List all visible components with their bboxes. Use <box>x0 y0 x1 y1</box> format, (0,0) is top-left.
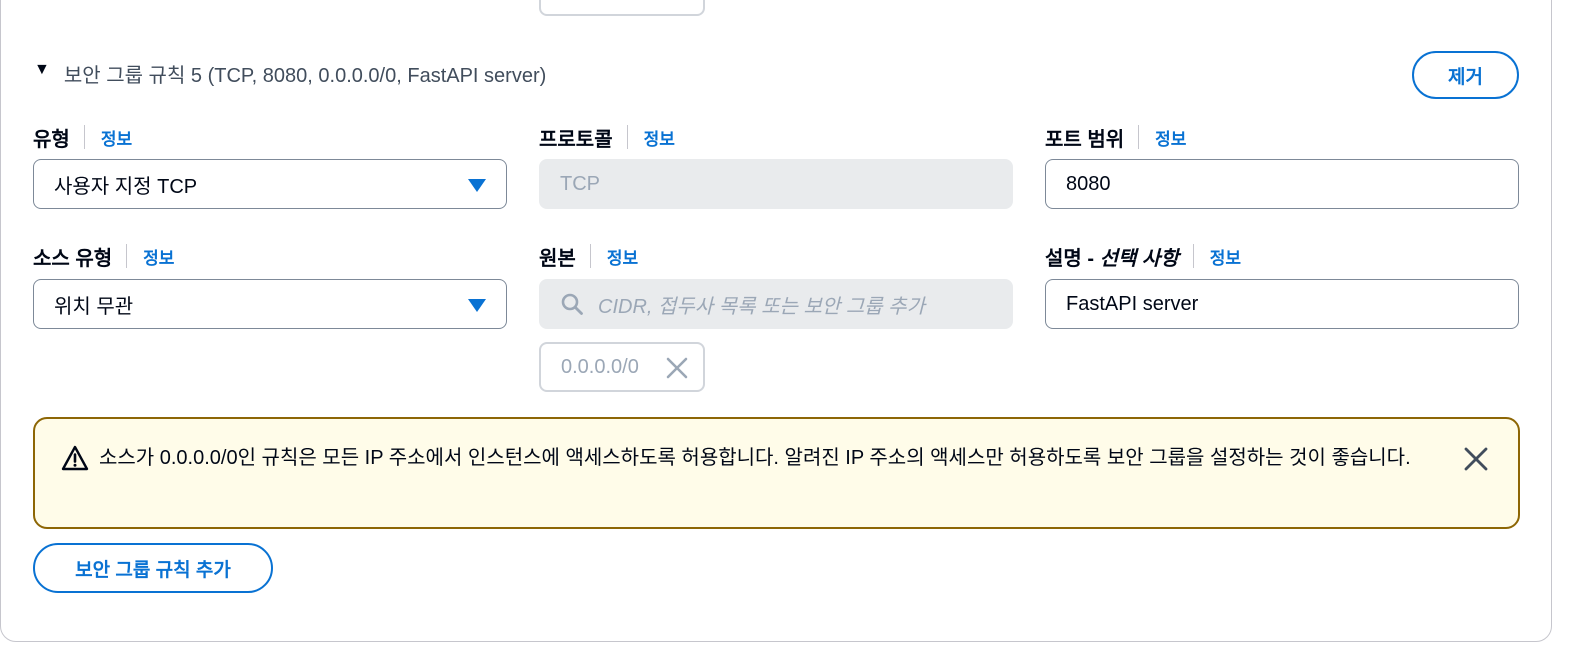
port-range-label: 포트 범위 정보 <box>1045 124 1186 151</box>
warning-alert: 소스가 0.0.0.0/0인 규칙은 모든 IP 주소에서 인스턴스에 액세스하… <box>33 417 1520 529</box>
source-info-link[interactable]: 정보 <box>607 244 638 269</box>
source-search-input[interactable]: CIDR, 접두사 목록 또는 보안 그룹 추가 <box>539 279 1013 329</box>
label-divider <box>83 125 85 149</box>
source-type-label: 소스 유형 정보 <box>33 243 174 270</box>
type-select-value: 사용자 지정 TCP <box>54 175 198 198</box>
source-search-placeholder: CIDR, 접두사 목록 또는 보안 그룹 추가 <box>598 295 925 318</box>
port-range-label-text: 포트 범위 <box>1045 128 1125 151</box>
description-label: 설명 - 선택 사항 정보 <box>1045 243 1241 270</box>
port-range-info-link[interactable]: 정보 <box>1155 125 1186 150</box>
protocol-label-text: 프로토콜 <box>539 128 613 151</box>
type-label-text: 유형 <box>33 128 70 151</box>
previous-rule-source-token <box>539 0 705 16</box>
type-select[interactable]: 사용자 지정 TCP <box>33 159 507 209</box>
source-type-select[interactable]: 위치 무관 <box>33 279 507 329</box>
remove-token-icon[interactable] <box>665 356 689 380</box>
description-label-text: 설명 - <box>1045 247 1100 270</box>
port-range-input[interactable]: 8080 <box>1045 159 1519 209</box>
description-value: FastAPI server <box>1066 292 1199 315</box>
caret-down-icon[interactable]: ▼ <box>34 61 50 79</box>
dropdown-arrow-icon <box>468 179 486 192</box>
source-type-select-value: 위치 무관 <box>54 295 134 318</box>
source-cidr-token: 0.0.0.0/0 <box>539 342 705 392</box>
label-divider <box>626 125 628 149</box>
description-info-link[interactable]: 정보 <box>1210 244 1241 269</box>
source-label: 원본 정보 <box>539 243 638 270</box>
source-type-label-text: 소스 유형 <box>33 247 113 270</box>
source-cidr-token-label: 0.0.0.0/0 <box>561 355 639 378</box>
remove-rule-button[interactable]: 제거 <box>1412 51 1519 99</box>
label-divider <box>1138 125 1140 149</box>
type-info-link[interactable]: 정보 <box>101 125 132 150</box>
description-input[interactable]: FastAPI server <box>1045 279 1519 329</box>
label-divider <box>1192 244 1194 268</box>
source-type-info-link[interactable]: 정보 <box>143 244 174 269</box>
warning-message: 소스가 0.0.0.0/0인 규칙은 모든 IP 주소에서 인스턴스에 액세스하… <box>99 447 1411 469</box>
rule-header-title: 보안 그룹 규칙 5 (TCP, 8080, 0.0.0.0/0, FastAP… <box>63 64 547 87</box>
description-optional-text: 선택 사항 <box>1099 247 1179 270</box>
port-range-value: 8080 <box>1066 172 1111 195</box>
warning-icon <box>61 445 89 471</box>
protocol-field: TCP <box>539 159 1013 209</box>
type-label: 유형 정보 <box>33 124 132 151</box>
dismiss-alert-icon[interactable] <box>1463 446 1489 472</box>
source-label-text: 원본 <box>539 247 576 270</box>
rule-header[interactable]: ▼ 보안 그룹 규칙 5 (TCP, 8080, 0.0.0.0/0, Fast… <box>34 58 546 88</box>
protocol-info-link[interactable]: 정보 <box>644 125 675 150</box>
label-divider <box>589 244 591 268</box>
protocol-value: TCP <box>560 172 600 195</box>
protocol-label: 프로토콜 정보 <box>539 124 675 151</box>
dropdown-arrow-icon <box>468 299 486 312</box>
label-divider <box>126 244 128 268</box>
add-security-group-rule-button[interactable]: 보안 그룹 규칙 추가 <box>33 543 273 593</box>
search-icon <box>561 293 583 315</box>
